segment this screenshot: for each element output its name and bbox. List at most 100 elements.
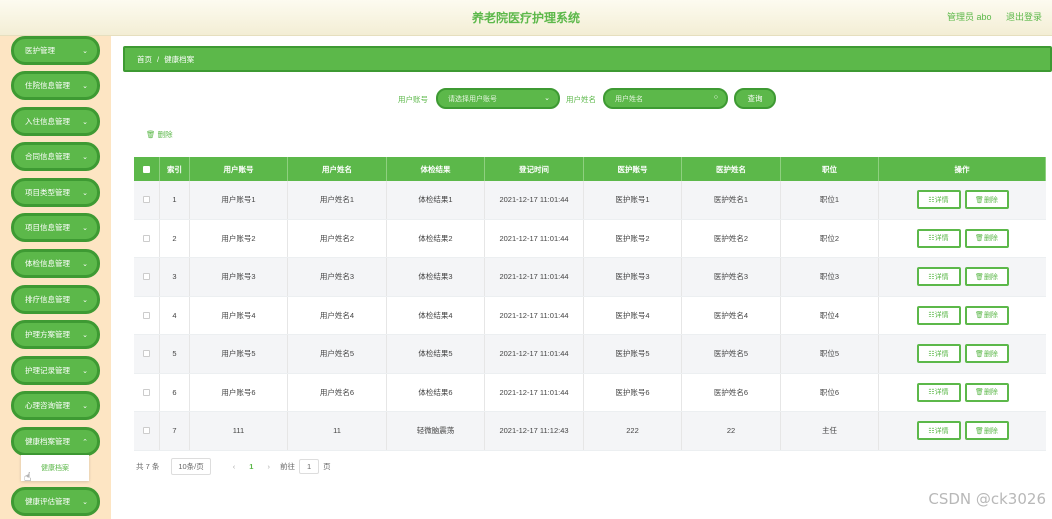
chevron-down-icon: ⌄	[82, 83, 88, 90]
delete-button-label: 删除	[983, 427, 998, 435]
table-row: 5 用户账号5 用户姓名5 体检结果5 2021-12-17 11:01:44 医护账号5…	[134, 335, 1046, 374]
logout-link[interactable]: 退出登录	[1006, 12, 1042, 22]
table-cell-result: 体检结果4	[387, 296, 485, 334]
table-cell-result: 体检结果1	[387, 181, 485, 219]
sidebar-item[interactable]: 健康评估管理 ⌄	[11, 487, 100, 516]
table-cell-index: 1	[160, 181, 190, 219]
detail-button[interactable]: ☷ 详情	[916, 267, 961, 287]
row-actions: ☷ 详情 🗑 删除	[879, 181, 1046, 219]
page-size-select[interactable]: 10条/页	[171, 458, 211, 475]
chevron-up-icon: ⌃	[82, 439, 88, 446]
delete-button[interactable]: 🗑 删除	[964, 421, 1009, 441]
delete-button[interactable]: 🗑 删除	[964, 190, 1009, 210]
table-cell-staff-name: 医护姓名1	[682, 181, 781, 219]
sidebar-item[interactable]: 合同信息管理 ⌄	[11, 142, 100, 171]
detail-button[interactable]: ☷ 详情	[916, 228, 961, 248]
detail-button[interactable]: ☷ 详情	[916, 421, 961, 441]
chevron-down-icon: ⌄	[82, 261, 88, 268]
delete-button[interactable]: 🗑 删除	[964, 267, 1009, 287]
sidebar-item[interactable]: 项目信息管理 ⌄	[11, 213, 100, 242]
chevron-down-icon: ⌄	[82, 499, 88, 506]
table-cell-staff-account: 医护账号4	[584, 296, 682, 334]
table-cell-index: 5	[160, 335, 190, 373]
detail-button[interactable]: ☷ 详情	[916, 382, 961, 402]
row-checkbox[interactable]	[143, 311, 150, 319]
prev-page-icon[interactable]: ‹	[233, 462, 236, 471]
table-cell-name: 用户姓名3	[288, 258, 387, 296]
sidebar-item[interactable]: 住院信息管理 ⌄	[11, 71, 100, 100]
row-select-cell	[134, 181, 160, 219]
table-cell-time: 2021-12-17 11:01:44	[485, 296, 584, 334]
table-cell-staff-name: 医护姓名2	[682, 219, 781, 257]
row-select-cell	[134, 258, 160, 296]
table-row: 3 用户账号3 用户姓名3 体检结果3 2021-12-17 11:01:44 医护账号3…	[134, 258, 1046, 297]
sidebar-item[interactable]: 项目类型管理 ⌄	[11, 178, 100, 207]
sidebar-item[interactable]: 护理方案管理 ⌄	[11, 320, 100, 349]
search-icon: ○	[713, 94, 718, 101]
detail-button[interactable]: ☷ 详情	[916, 305, 961, 325]
sidebar-item[interactable]: 排疗信息管理 ⌄	[11, 285, 100, 314]
delete-button[interactable]: 🗑 删除	[964, 344, 1009, 364]
goto-prefix: 前往	[279, 462, 295, 471]
chevron-down-icon: ⌄	[82, 154, 88, 161]
next-page-icon[interactable]: ›	[267, 462, 270, 471]
table-cell-time: 2021-12-17 11:01:44	[485, 373, 584, 411]
table-cell-index: 7	[160, 412, 190, 450]
table-cell-position: 职位4	[781, 296, 879, 334]
delete-button[interactable]: 🗑 删除	[964, 382, 1009, 402]
row-checkbox[interactable]	[143, 427, 150, 435]
trash-icon: 🗑	[975, 389, 984, 397]
table-cell-position: 职位2	[781, 219, 879, 257]
row-checkbox[interactable]	[143, 273, 150, 281]
sidebar-item-label: 体检信息管理	[25, 259, 70, 268]
delete-button[interactable]: 🗑 删除	[964, 305, 1009, 325]
table-row: 2 用户账号2 用户姓名2 体检结果2 2021-12-17 11:01:44 医护账号2…	[134, 219, 1046, 258]
table-row: 7 111 11 轻微脑震荡 2021-12-17 11:12:43 222 22 主任 ☷ 详…	[134, 412, 1046, 451]
trash-icon: 🗑	[975, 350, 984, 358]
column-header: 用户账号	[190, 157, 288, 181]
delete-button[interactable]: 🗑 删除	[964, 228, 1009, 248]
table-header: 索引 用户账号 用户姓名 体检结果 登记时间 医护账号 医护姓名 职位 操作	[134, 157, 1046, 181]
search-button[interactable]: 查询	[734, 88, 776, 109]
detail-button[interactable]: ☷ 详情	[916, 344, 961, 364]
sidebar-item[interactable]: 医护管理 ⌄	[11, 36, 100, 65]
table-cell-position: 职位5	[781, 335, 879, 373]
row-checkbox[interactable]	[143, 234, 150, 242]
column-header: 医护账号	[584, 157, 682, 181]
top-bar: 养老院医疗护理系统 管理员 abo 退出登录	[0, 0, 1052, 36]
user-account-select[interactable]: 请选择用户账号 ⌄	[436, 88, 560, 109]
delete-button-label: 删除	[983, 235, 998, 243]
select-all-checkbox[interactable]	[143, 165, 150, 173]
row-checkbox[interactable]	[143, 350, 150, 358]
column-header: 职位	[781, 157, 879, 181]
table-cell-time: 2021-12-17 11:12:43	[485, 412, 584, 450]
goto-page-input[interactable]: 1	[298, 459, 320, 474]
table-row: 6 用户账号6 用户姓名6 体检结果6 2021-12-17 11:01:44 医护账号6…	[134, 373, 1046, 412]
chevron-down-icon: ⌄	[544, 95, 550, 102]
table-row: 4 用户账号4 用户姓名4 体检结果4 2021-12-17 11:01:44 医护账号4…	[134, 296, 1046, 335]
table-cell-account: 用户账号1	[190, 181, 288, 219]
sidebar-item[interactable]: 入住信息管理 ⌄	[11, 107, 100, 136]
detail-button-label: 详情	[934, 196, 949, 204]
breadcrumb-home[interactable]: 首页	[137, 54, 152, 65]
sidebar-item[interactable]: 心理咨询管理 ⌄	[11, 391, 100, 420]
table-cell-staff-account: 医护账号2	[584, 219, 682, 257]
row-checkbox[interactable]	[143, 196, 150, 204]
sidebar-item-label: 项目信息管理	[25, 223, 70, 232]
row-checkbox[interactable]	[143, 388, 150, 396]
top-right-actions: 管理员 abo 退出登录	[935, 10, 1042, 23]
breadcrumb: 首页 / 健康档案	[123, 46, 1052, 72]
detail-button-label: 详情	[934, 427, 949, 435]
page-number[interactable]: 1	[249, 462, 253, 471]
bulk-delete-button[interactable]: 🗑 删除	[146, 129, 173, 140]
table-cell-result: 体检结果2	[387, 219, 485, 257]
bulk-delete-label: 删除	[157, 130, 173, 139]
sidebar-item[interactable]: 体检信息管理 ⌄	[11, 249, 100, 278]
sidebar-item-label: 护理方案管理	[25, 330, 70, 339]
user-name-input[interactable]: 用户姓名 ○	[603, 88, 728, 109]
sidebar-item[interactable]: 健康档案管理 ⌃	[11, 427, 100, 456]
table-cell-account: 用户账号2	[190, 219, 288, 257]
sidebar-item[interactable]: 护理记录管理 ⌄	[11, 356, 100, 385]
sidebar-item-label: 项目类型管理	[25, 188, 70, 197]
detail-button[interactable]: ☷ 详情	[916, 190, 961, 210]
